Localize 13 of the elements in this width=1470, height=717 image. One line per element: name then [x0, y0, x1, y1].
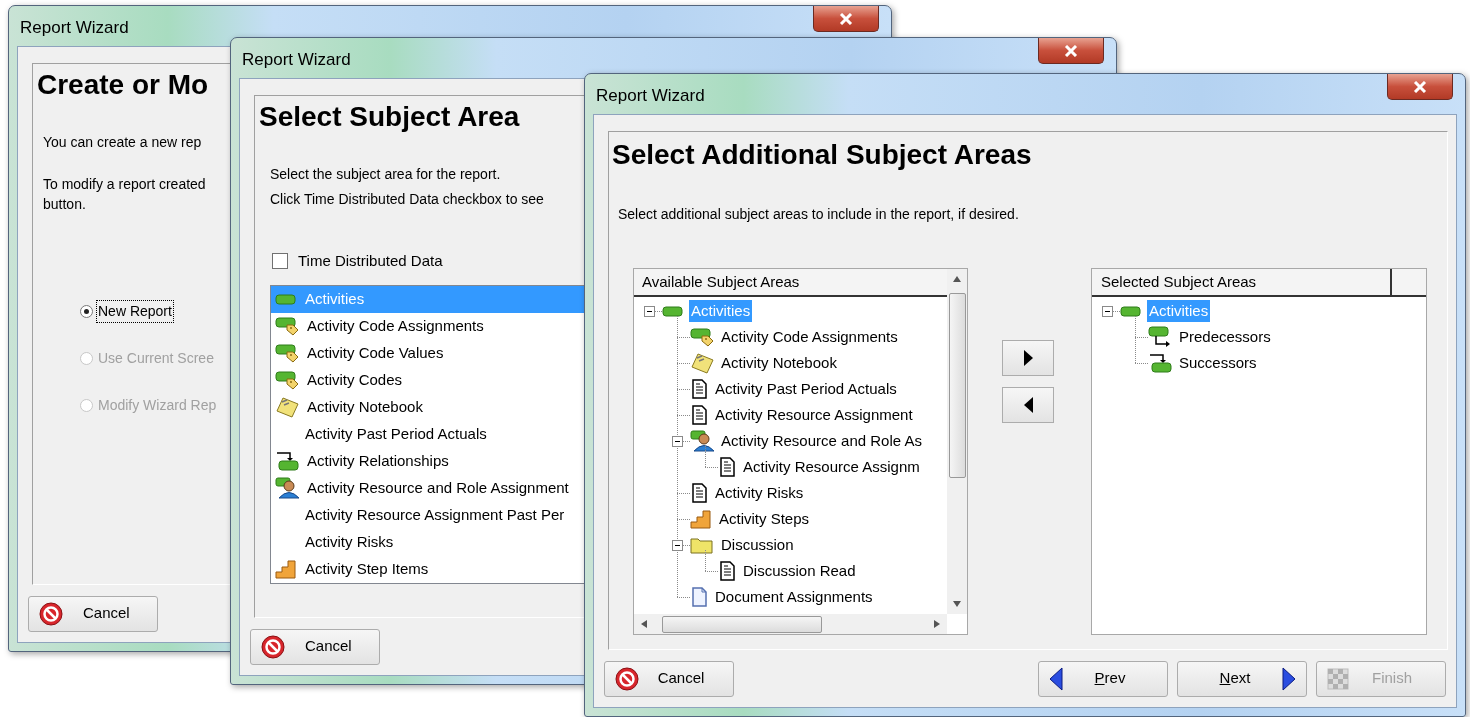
window-title: Report Wizard: [241, 49, 351, 71]
window-title: Report Wizard: [19, 17, 129, 39]
instruction-text: Select the subject area for the report.: [270, 165, 501, 184]
column-header: Selected Subject Areas: [1092, 269, 1392, 295]
page-heading: Create or Mo: [37, 68, 209, 102]
column-header: Available Subject Areas: [634, 269, 947, 297]
page-heading: Select Subject Area: [259, 100, 520, 134]
instruction-text: You can create a new rep: [43, 133, 202, 152]
window-title: Report Wizard: [595, 85, 705, 107]
instruction-text: Select additional subject areas to include in the report, if desired.: [618, 205, 1019, 224]
page-heading: Select Additional Subject Areas: [612, 138, 1032, 172]
instruction-text: To modify a report created button.: [43, 175, 206, 214]
instruction-text: Click Time Distributed Data checkbox to see: [270, 190, 544, 209]
